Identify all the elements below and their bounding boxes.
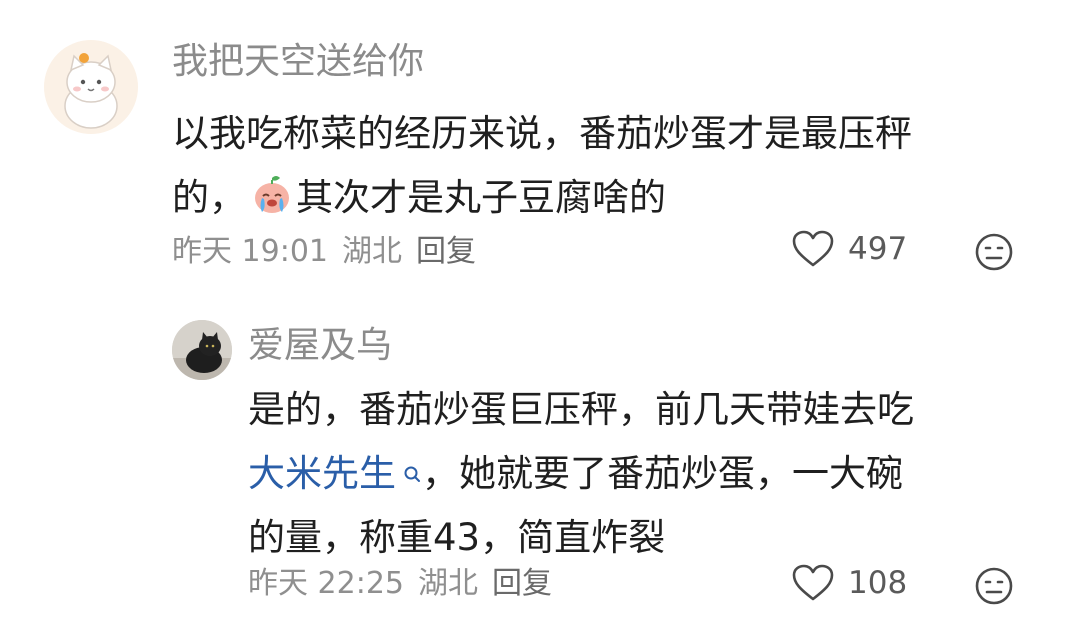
comment-text: 是的，番茄炒蛋巨压秤，前几天带娃去吃 大米先生 ，她就要了番茄炒蛋，一大碗 的量… [248, 378, 1048, 570]
dislike-button[interactable] [974, 232, 1014, 276]
comment-text-line: 的量，称重43，简直炸裂 [248, 516, 666, 559]
comment-meta: 昨天 22:25 湖北 回复 [248, 566, 566, 602]
heart-icon [792, 564, 834, 601]
comment-text-fragment: 的， [172, 176, 246, 219]
like-button[interactable]: 108 [792, 564, 907, 602]
unhappy-face-icon [975, 233, 1013, 271]
username[interactable]: 我把天空送给你 [172, 42, 424, 82]
comment-text: 以我吃称菜的经历来说，番茄炒蛋才是最压秤 的， 其次才是丸子豆腐啥的 [172, 102, 1052, 230]
like-count: 497 [848, 231, 908, 267]
reply-button[interactable]: 回复 [492, 566, 552, 601]
crying-peach-emoji-icon [250, 172, 294, 216]
search-icon[interactable] [402, 442, 422, 506]
comment-meta: 昨天 19:01 湖北 回复 [172, 234, 490, 270]
unhappy-face-icon [975, 567, 1013, 605]
dislike-button[interactable] [974, 566, 1014, 610]
avatar[interactable] [44, 40, 138, 134]
avatar[interactable] [172, 320, 232, 380]
comment-text-line: 大米先生 ，她就要了番茄炒蛋，一大碗 [248, 442, 1048, 506]
like-count: 108 [848, 565, 908, 601]
comment-location: 湖北 [342, 234, 402, 269]
heart-icon [792, 230, 834, 267]
search-link[interactable]: 大米先生 [248, 452, 396, 495]
comment-time: 昨天 22:25 [248, 566, 404, 601]
black-cat-avatar-icon [172, 320, 232, 380]
comment-text-line: 是的，番茄炒蛋巨压秤，前几天带娃去吃 [248, 388, 914, 431]
comment-text-line: 的， 其次才是丸子豆腐啥的 [172, 166, 1052, 230]
username[interactable]: 爱屋及乌 [248, 326, 392, 366]
cat-avatar-icon [44, 40, 138, 134]
comment-text-line: 以我吃称菜的经历来说，番茄炒蛋才是最压秤 [172, 112, 912, 155]
comment-time: 昨天 19:01 [172, 234, 328, 269]
reply-button[interactable]: 回复 [416, 234, 476, 269]
comment-text-fragment: ，她就要了番茄炒蛋，一大碗 [422, 452, 903, 495]
comment-text-fragment: 其次才是丸子豆腐啥的 [296, 176, 666, 219]
like-button[interactable]: 497 [792, 230, 907, 268]
comment-location: 湖北 [418, 566, 478, 601]
